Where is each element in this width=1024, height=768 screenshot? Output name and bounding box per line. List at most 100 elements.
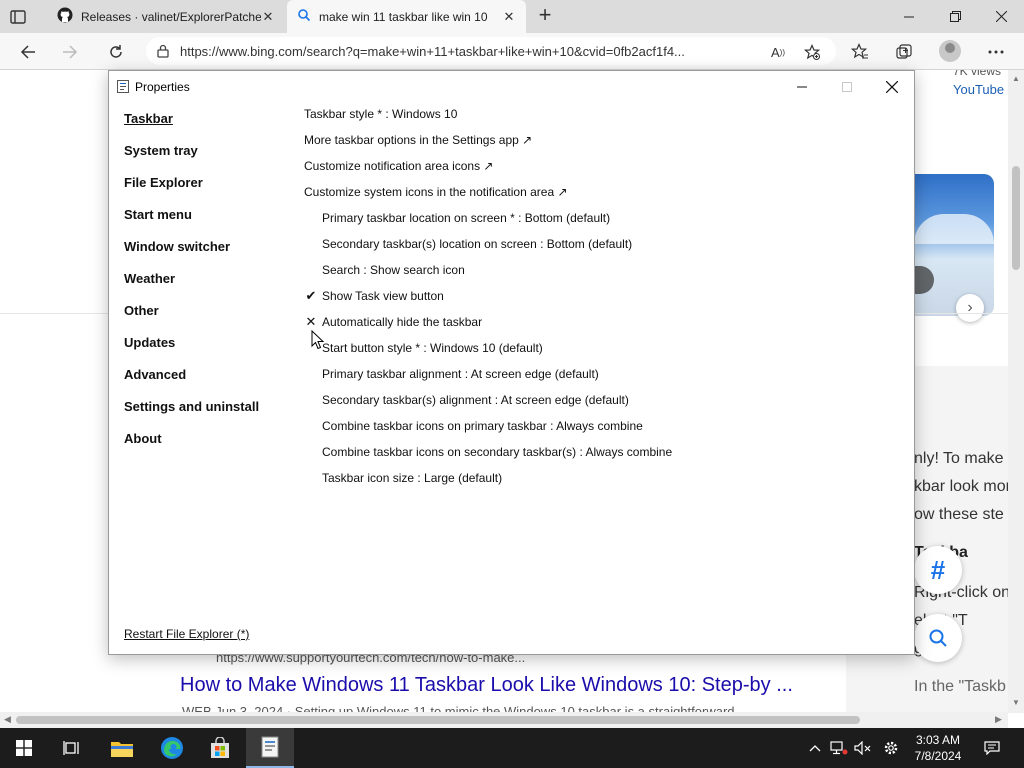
microsoft-store-icon[interactable]: [196, 728, 244, 768]
setting-label: Customize system icons in the notificati…: [304, 185, 568, 199]
settings-gear-icon[interactable]: [880, 728, 902, 768]
show-hidden-icons-chevron-icon[interactable]: [804, 728, 826, 768]
scroll-down-arrow-icon[interactable]: ▼: [1012, 698, 1020, 707]
setting-label: Combine taskbar icons on primary taskbar…: [322, 419, 643, 433]
clock-time: 3:03 AM: [915, 733, 961, 747]
setting-combine-icons-primary[interactable]: Combine taskbar icons on primary taskbar…: [322, 416, 643, 436]
explorer-patcher-app-icon: [117, 80, 129, 93]
windows-taskbar: 3:03 AM 7/8/2024: [0, 728, 1024, 768]
system-clock[interactable]: 3:03 AM 7/8/2024: [906, 732, 970, 764]
setting-primary-taskbar-location[interactable]: Primary taskbar location on screen * : B…: [322, 208, 610, 228]
file-explorer-folder-icon[interactable]: [98, 728, 146, 768]
setting-secondary-taskbar-location[interactable]: Secondary taskbar(s) location on screen …: [322, 234, 632, 254]
read-aloud-icon[interactable]: A)): [766, 40, 790, 64]
answer-text: kbar look mor: [914, 478, 1008, 495]
search-fab-icon[interactable]: [914, 614, 962, 662]
setting-start-button-style[interactable]: Start button style * : Windows 10 (defau…: [322, 338, 543, 358]
setting-label: Customize notification area icons ↗: [304, 159, 494, 173]
close-window-icon[interactable]: [978, 0, 1024, 33]
horizontal-scrollbar[interactable]: ◀ ▶: [0, 712, 1008, 728]
new-tab-plus-icon[interactable]: +: [533, 4, 557, 28]
scroll-up-arrow-icon[interactable]: ▲: [1012, 74, 1020, 83]
close-tab-icon[interactable]: ✕: [502, 9, 516, 25]
setting-search[interactable]: Search : Show search icon: [322, 260, 465, 280]
restore-window-icon[interactable]: [932, 0, 978, 33]
edge-browser-icon[interactable]: [148, 728, 196, 768]
nav-item-window-switcher[interactable]: Window switcher: [124, 237, 294, 269]
restart-file-explorer-link[interactable]: Restart File Explorer (*): [124, 627, 249, 641]
nav-item-updates[interactable]: Updates: [124, 333, 294, 365]
setting-more-taskbar-options-link[interactable]: More taskbar options in the Settings app…: [304, 130, 532, 150]
dialog-close-icon[interactable]: [869, 71, 915, 102]
tab-bing-search[interactable]: make win 11 taskbar like win 10 ✕: [287, 0, 526, 33]
setting-taskbar-style[interactable]: Taskbar style * : Windows 10: [304, 104, 457, 124]
scrollbar-thumb[interactable]: [16, 716, 860, 724]
network-icon[interactable]: [828, 728, 850, 768]
address-bar[interactable]: A)): [146, 37, 836, 65]
clock-date: 7/8/2024: [914, 749, 962, 763]
lock-icon[interactable]: [146, 44, 180, 58]
setting-label: Secondary taskbar(s) location on screen …: [322, 237, 633, 251]
task-view-icon[interactable]: [48, 728, 96, 768]
setting-taskbar-icon-size[interactable]: Taskbar icon size : Large (default): [322, 468, 502, 488]
address-input[interactable]: [180, 43, 750, 59]
close-tab-icon[interactable]: ✕: [261, 9, 275, 25]
setting-primary-taskbar-alignment[interactable]: Primary taskbar alignment : At screen ed…: [322, 364, 599, 384]
result-title-link[interactable]: How to Make Windows 11 Taskbar Look Like…: [180, 674, 793, 697]
setting-secondary-taskbar-alignment[interactable]: Secondary taskbar(s) alignment : At scre…: [322, 390, 629, 410]
checkmark-icon: ✔: [305, 288, 317, 303]
minimize-window-icon[interactable]: [886, 0, 932, 33]
browser-toolbar: A)): [0, 33, 1024, 70]
settings-category-nav: Taskbar System tray File Explorer Start …: [124, 109, 294, 461]
setting-customize-notification-icons-link[interactable]: Customize notification area icons ↗: [304, 156, 493, 176]
refresh-icon[interactable]: [102, 38, 130, 66]
favorites-icon[interactable]: [846, 38, 874, 66]
scroll-left-arrow-icon[interactable]: ◀: [4, 714, 11, 725]
dialog-maximize-icon: [824, 71, 870, 102]
answer-text: ow these ste: [914, 506, 1004, 523]
video-source-link[interactable]: YouTube: [953, 82, 1004, 97]
setting-label: Taskbar style * : Windows 10: [304, 107, 458, 121]
properties-dialog: Properties Taskbar System tray File Expl…: [108, 70, 915, 655]
vertical-scrollbar[interactable]: ▲ ▼: [1008, 70, 1024, 713]
search-icon: [297, 8, 311, 25]
dialog-titlebar[interactable]: Properties: [109, 71, 914, 102]
collections-icon[interactable]: [890, 38, 918, 66]
setting-customize-system-icons-link[interactable]: Customize system icons in the notificati…: [304, 182, 568, 202]
tab-releases[interactable]: Releases · valinet/ExplorerPatche ✕: [47, 0, 285, 33]
setting-auto-hide-taskbar[interactable]: ✕ Automatically hide the taskbar: [306, 312, 483, 332]
nav-item-system-tray[interactable]: System tray: [124, 141, 294, 173]
add-favorite-star-icon[interactable]: [800, 40, 824, 64]
carousel-next-icon[interactable]: ›: [956, 294, 984, 322]
read-aloud-label: A: [771, 44, 780, 60]
forward-arrow-icon[interactable]: [56, 38, 84, 66]
setting-show-task-view-button[interactable]: ✔ Show Task view button: [306, 286, 444, 306]
video-views: 7K views: [953, 70, 1002, 78]
profile-avatar[interactable]: [939, 40, 961, 62]
scroll-right-arrow-icon[interactable]: ▶: [995, 714, 1002, 725]
nav-item-weather[interactable]: Weather: [124, 269, 294, 301]
scrollbar-thumb[interactable]: [1012, 166, 1020, 270]
video-thumbnail[interactable]: [914, 174, 994, 316]
hashtag-fab-icon[interactable]: #: [914, 546, 962, 594]
setting-label: Automatically hide the taskbar: [322, 315, 483, 329]
tab-actions-button[interactable]: [8, 7, 28, 27]
nav-item-taskbar[interactable]: Taskbar: [124, 109, 294, 141]
setting-combine-icons-secondary[interactable]: Combine taskbar icons on secondary taskb…: [322, 442, 672, 462]
action-center-notification-icon[interactable]: [980, 728, 1004, 768]
volume-muted-icon[interactable]: [852, 728, 874, 768]
back-arrow-icon[interactable]: [14, 38, 42, 66]
nav-item-about[interactable]: About: [124, 429, 294, 461]
nav-item-advanced[interactable]: Advanced: [124, 365, 294, 397]
nav-item-settings-and-uninstall[interactable]: Settings and uninstall: [124, 397, 294, 429]
properties-app-icon[interactable]: [246, 728, 294, 768]
start-button-windows-icon[interactable]: [0, 728, 48, 768]
nav-item-start-menu[interactable]: Start menu: [124, 205, 294, 237]
browser-tabstrip: Releases · valinet/ExplorerPatche ✕ make…: [0, 0, 1024, 33]
nav-item-other[interactable]: Other: [124, 301, 294, 333]
setting-label: Show Task view button: [322, 289, 444, 303]
setting-label: Start button style * : Windows 10 (defau…: [322, 341, 543, 355]
more-options-icon[interactable]: [982, 38, 1010, 66]
nav-item-file-explorer[interactable]: File Explorer: [124, 173, 294, 205]
dialog-minimize-icon[interactable]: [779, 71, 825, 102]
